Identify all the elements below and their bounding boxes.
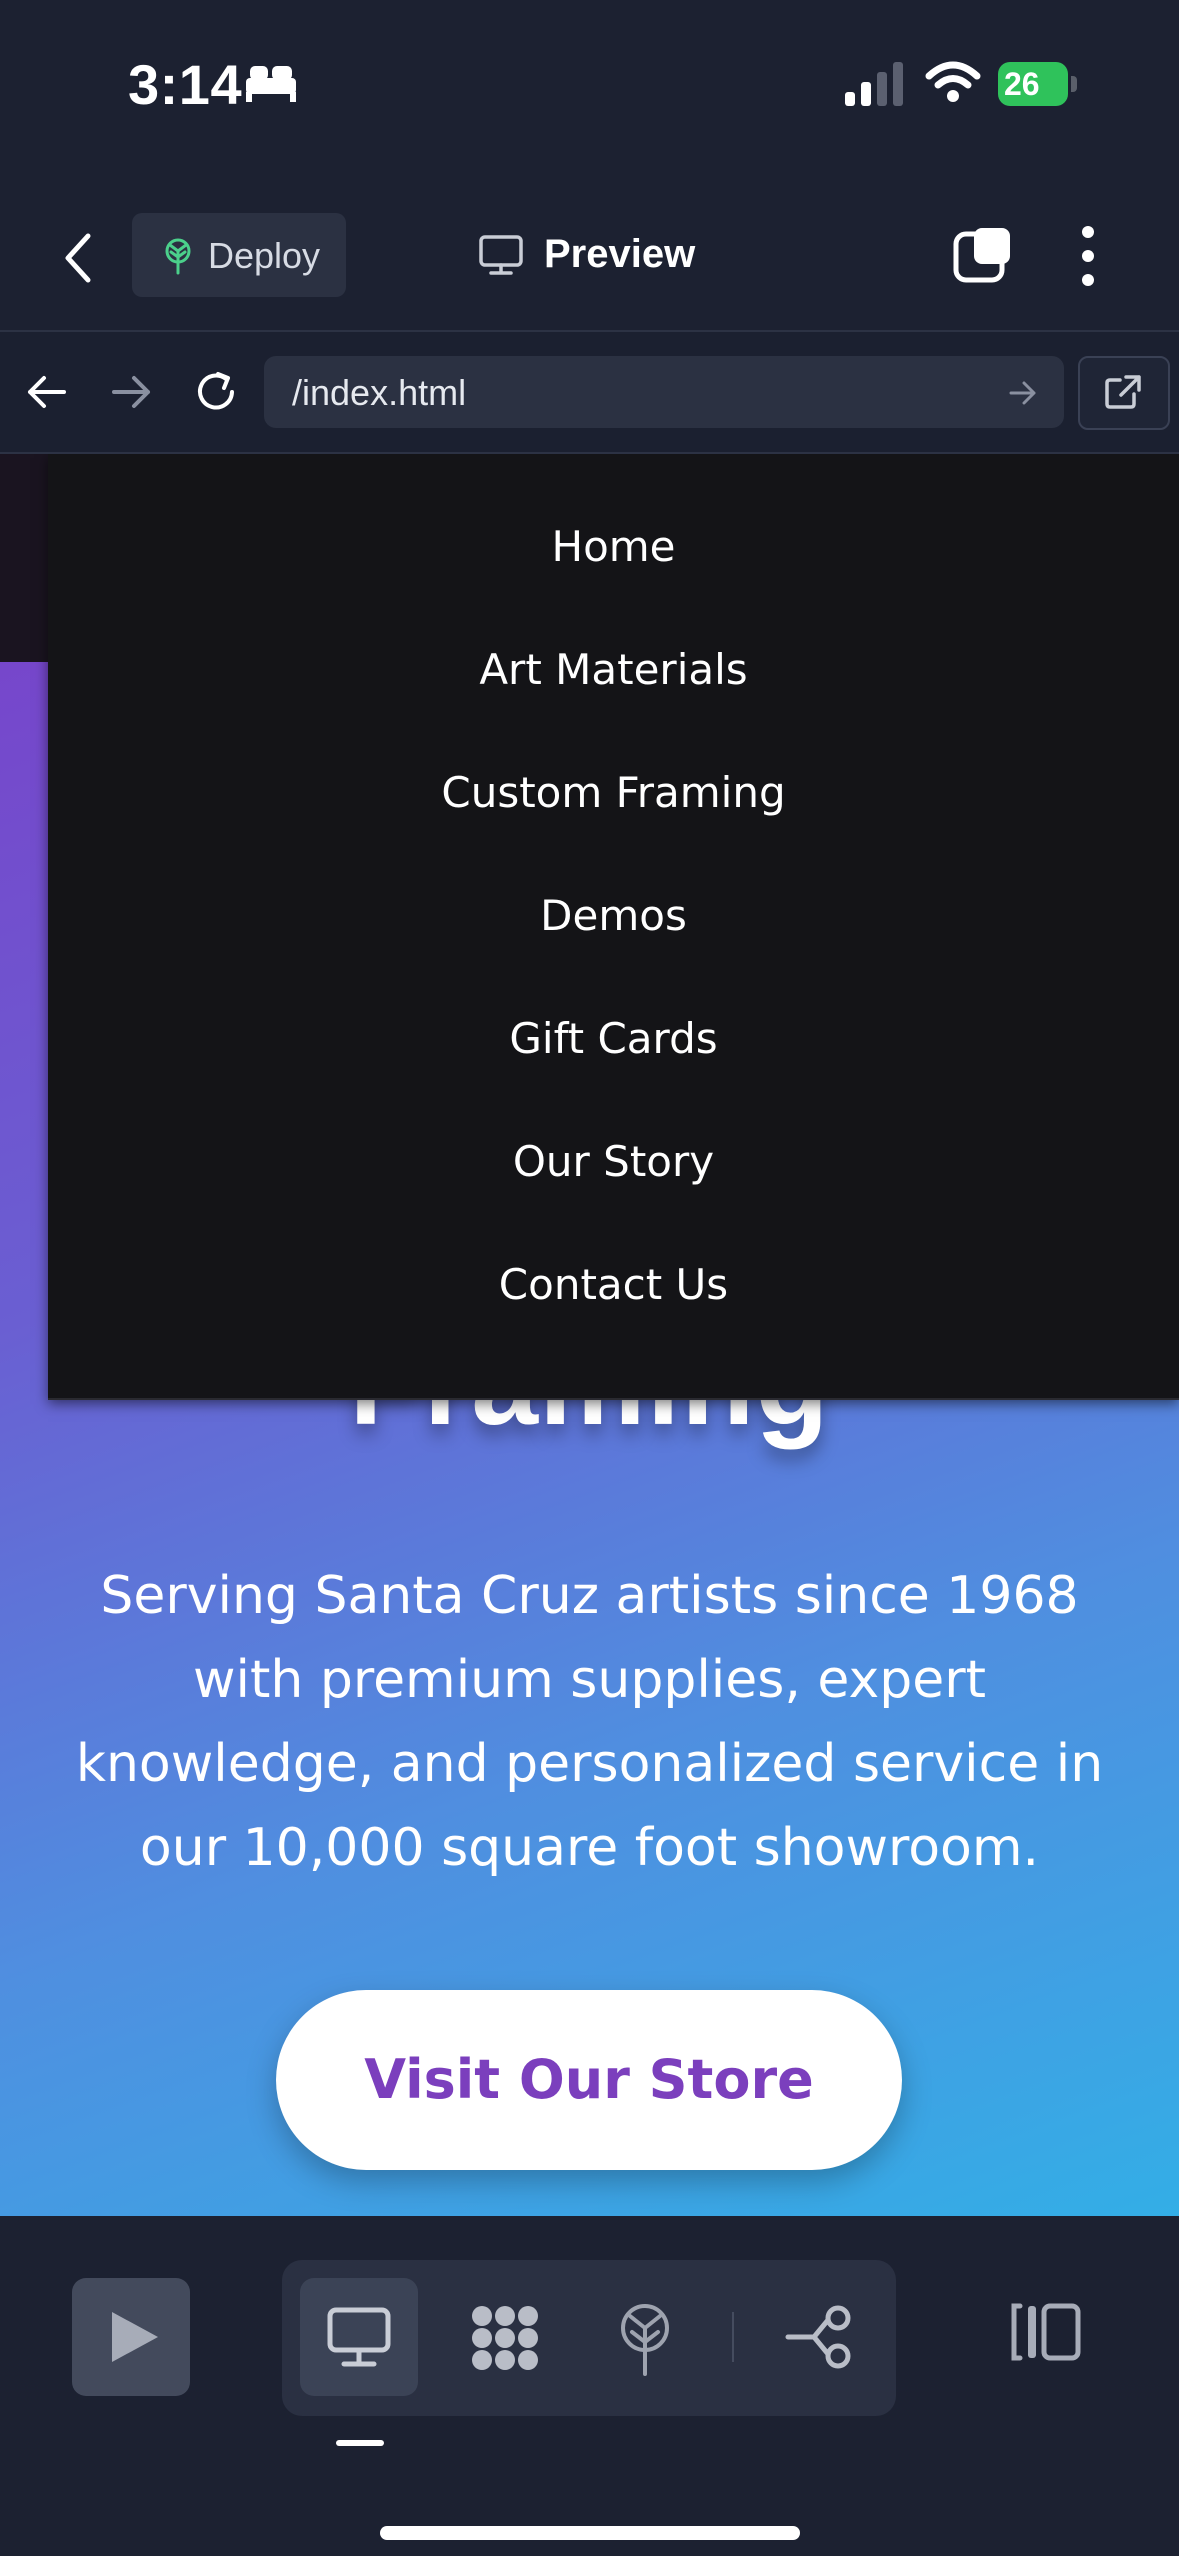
menu-item-demos[interactable]: Demos <box>48 891 1179 940</box>
web-preview: Framing Serving Santa Cruz artists since… <box>0 454 1179 2216</box>
run-button[interactable] <box>72 2278 190 2396</box>
deploy-tree-icon <box>165 238 191 275</box>
separator <box>732 2312 734 2362</box>
more-vertical-icon[interactable] <box>1070 224 1106 288</box>
open-external-icon <box>1105 375 1141 409</box>
deploy-view-button[interactable] <box>588 2278 706 2396</box>
status-time: 3:14 <box>128 53 243 116</box>
preview-label: Preview <box>544 232 696 276</box>
home-indicator <box>380 2526 800 2540</box>
browser-url-bar: /index.html <box>0 332 1179 454</box>
flow-view-button[interactable] <box>760 2278 878 2396</box>
chevron-left-icon[interactable] <box>60 230 96 286</box>
blocks-view-button[interactable] <box>444 2278 562 2396</box>
menu-item-our-story[interactable]: Our Story <box>48 1137 1179 1186</box>
battery-indicator: 26 <box>998 62 1078 106</box>
battery-level: 26 <box>1004 66 1040 102</box>
flow-icon <box>785 2305 851 2369</box>
url-input[interactable]: /index.html <box>264 356 1064 428</box>
menu-item-art-materials[interactable]: Art Materials <box>48 645 1179 694</box>
go-arrow-icon[interactable] <box>1008 378 1038 408</box>
menu-item-home[interactable]: Home <box>48 522 1179 571</box>
hero-description: Serving Santa Cruz artists since 1968 wi… <box>75 1566 1104 1878</box>
monitor-icon <box>327 2307 391 2367</box>
desktop-view-button[interactable] <box>300 2278 418 2396</box>
blocks-icon <box>472 2306 538 2370</box>
view-switcher <box>282 2260 896 2416</box>
deploy-label: Deploy <box>208 235 321 276</box>
visit-store-button[interactable]: Visit Our Store <box>276 1990 902 2170</box>
cell-signal-icon <box>845 62 903 106</box>
reload-icon[interactable] <box>192 368 240 416</box>
tabs-icon[interactable] <box>952 224 1014 284</box>
status-bar: 3:14 26 <box>0 0 1179 180</box>
play-icon <box>112 2312 158 2362</box>
active-tab-indicator <box>336 2440 384 2446</box>
menu-item-custom-framing[interactable]: Custom Framing <box>48 768 1179 817</box>
menu-item-contact-us[interactable]: Contact Us <box>48 1260 1179 1309</box>
panel-toggle-icon[interactable] <box>1010 2300 1082 2364</box>
menu-item-gift-cards[interactable]: Gift Cards <box>48 1014 1179 1063</box>
arrow-left-icon[interactable] <box>24 370 68 414</box>
monitor-icon <box>479 235 523 275</box>
bottom-toolbar <box>0 2216 1179 2556</box>
open-external-button[interactable] <box>1078 356 1170 430</box>
deploy-tree-icon <box>621 2304 669 2376</box>
wifi-icon <box>925 61 981 102</box>
deploy-button[interactable]: Deploy <box>132 213 346 297</box>
arrow-right-icon[interactable] <box>110 370 154 414</box>
sleep-focus-icon <box>246 66 296 102</box>
url-text: /index.html <box>292 372 467 413</box>
app-toolbar: Deploy Preview <box>0 180 1179 332</box>
nav-dropdown-menu: Home Art Materials Custom Framing Demos … <box>48 454 1179 1400</box>
